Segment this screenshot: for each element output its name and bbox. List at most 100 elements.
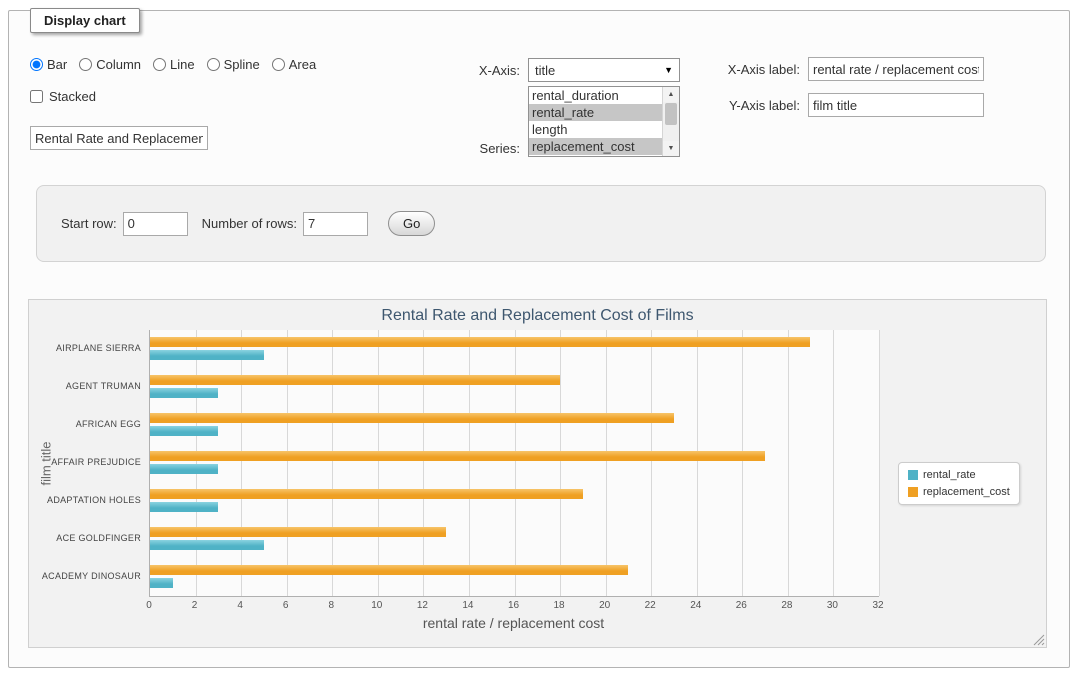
y-axis-label-input[interactable]: [808, 93, 984, 117]
bar-rental_rate: [150, 426, 218, 436]
gridline: [560, 330, 561, 596]
legend-item-rental_rate[interactable]: rental_rate: [908, 469, 1010, 481]
category-label: ADAPTATION HOLES: [29, 495, 141, 505]
category-label: ACADEMY DINOSAUR: [29, 571, 141, 581]
x-tick-label: 14: [462, 600, 473, 611]
gridline: [378, 330, 379, 596]
chart-title: Rental Rate and Replacement Cost of Film…: [29, 307, 1046, 325]
x-tick-label: 24: [690, 600, 701, 611]
go-button[interactable]: Go: [388, 211, 435, 236]
x-tick-label: 10: [371, 600, 382, 611]
x-axis-title: rental rate / replacement cost: [149, 615, 878, 631]
series-scrollbar[interactable]: ▲ ▼: [662, 87, 679, 156]
x-axis-ticks: 02468101214161820222426283032: [149, 600, 878, 612]
gridline: [423, 330, 424, 596]
gridline: [697, 330, 698, 596]
bar-replacement_cost: [150, 527, 446, 537]
chart-type-label: Column: [96, 57, 141, 72]
row-controls-panel: Start row: Number of rows: Go: [36, 185, 1046, 262]
category-label: AGENT TRUMAN: [29, 381, 141, 391]
chart-type-radio-column[interactable]: [79, 58, 92, 71]
chart-type-radio-area[interactable]: [272, 58, 285, 71]
plot-area: [149, 330, 879, 597]
chart-type-bar: Bar: [30, 57, 67, 72]
series-option-rental_duration[interactable]: rental_duration: [529, 87, 662, 104]
legend-item-replacement_cost[interactable]: replacement_cost: [908, 486, 1010, 498]
x-axis-selected-value: title: [535, 63, 555, 78]
y-axis-label-field-label: Y-Axis label:: [688, 98, 800, 113]
gridline: [515, 330, 516, 596]
chart-type-spline: Spline: [207, 57, 260, 72]
bar-replacement_cost: [150, 489, 583, 499]
x-tick-label: 2: [192, 600, 198, 611]
chart-container: Rental Rate and Replacement Cost of Film…: [28, 299, 1047, 648]
stacked-checkbox[interactable]: [30, 90, 43, 103]
scroll-down-icon[interactable]: ▼: [663, 141, 679, 156]
gridline: [606, 330, 607, 596]
gridline: [879, 330, 880, 596]
scroll-up-icon[interactable]: ▲: [663, 87, 679, 102]
panel-title: Display chart: [30, 8, 140, 33]
x-axis-label-input[interactable]: [808, 57, 984, 81]
x-tick-label: 4: [237, 600, 243, 611]
bar-replacement_cost: [150, 565, 628, 575]
legend-label: rental_rate: [923, 469, 976, 481]
chevron-down-icon: ▼: [664, 65, 673, 75]
resize-handle-icon[interactable]: [1033, 634, 1045, 646]
number-of-rows-label: Number of rows:: [202, 216, 297, 231]
legend-swatch: [908, 487, 918, 497]
series-options: rental_durationrental_ratelengthreplacem…: [529, 87, 662, 156]
gridline: [833, 330, 834, 596]
start-row-label: Start row:: [61, 216, 117, 231]
gridline: [287, 330, 288, 596]
series-option-rental_rate[interactable]: rental_rate: [529, 104, 662, 121]
chart-type-label: Bar: [47, 57, 67, 72]
chart-type-label: Area: [289, 57, 316, 72]
category-label: AFRICAN EGG: [29, 419, 141, 429]
x-tick-label: 6: [283, 600, 289, 611]
chart-type-area: Area: [272, 57, 316, 72]
chart-title-input[interactable]: [30, 126, 208, 150]
x-tick-label: 22: [645, 600, 656, 611]
chart-type-group: Bar Column Line Spline Area: [30, 57, 316, 72]
gridline: [742, 330, 743, 596]
chart-type-radio-bar[interactable]: [30, 58, 43, 71]
chart-type-line: Line: [153, 57, 195, 72]
number-of-rows-input[interactable]: [303, 212, 368, 236]
category-label: AFFAIR PREJUDICE: [29, 457, 141, 467]
x-tick-label: 0: [146, 600, 152, 611]
chart-legend: rental_rate replacement_cost: [898, 462, 1020, 505]
legend-label: replacement_cost: [923, 486, 1010, 498]
bar-rental_rate: [150, 540, 264, 550]
x-tick-label: 30: [827, 600, 838, 611]
series-multiselect[interactable]: rental_durationrental_ratelengthreplacem…: [528, 86, 680, 157]
scrollbar-thumb[interactable]: [665, 103, 677, 125]
bar-rental_rate: [150, 464, 218, 474]
series-field-label: Series:: [438, 141, 520, 156]
gridline: [241, 330, 242, 596]
stacked-label: Stacked: [49, 89, 96, 104]
x-tick-label: 18: [554, 600, 565, 611]
bar-rental_rate: [150, 388, 218, 398]
stacked-row: Stacked: [30, 89, 96, 104]
bar-replacement_cost: [150, 337, 810, 347]
gridline: [332, 330, 333, 596]
x-axis-field-label: X-Axis:: [438, 63, 520, 78]
x-tick-label: 26: [736, 600, 747, 611]
x-tick-label: 12: [417, 600, 428, 611]
series-option-length[interactable]: length: [529, 121, 662, 138]
gridline: [651, 330, 652, 596]
x-axis-label-field-label: X-Axis label:: [688, 62, 800, 77]
scrollbar-track[interactable]: [663, 102, 679, 141]
chart-type-label: Spline: [224, 57, 260, 72]
chart-type-radio-line[interactable]: [153, 58, 166, 71]
chart-type-radio-spline[interactable]: [207, 58, 220, 71]
x-axis-select[interactable]: title ▼: [528, 58, 680, 82]
category-label: ACE GOLDFINGER: [29, 533, 141, 543]
gridline: [469, 330, 470, 596]
series-option-replacement_cost[interactable]: replacement_cost: [529, 138, 662, 155]
x-tick-label: 32: [872, 600, 883, 611]
start-row-input[interactable]: [123, 212, 188, 236]
page: Display chart Bar Column Line Spline Area St…: [0, 0, 1081, 681]
bar-rental_rate: [150, 350, 264, 360]
